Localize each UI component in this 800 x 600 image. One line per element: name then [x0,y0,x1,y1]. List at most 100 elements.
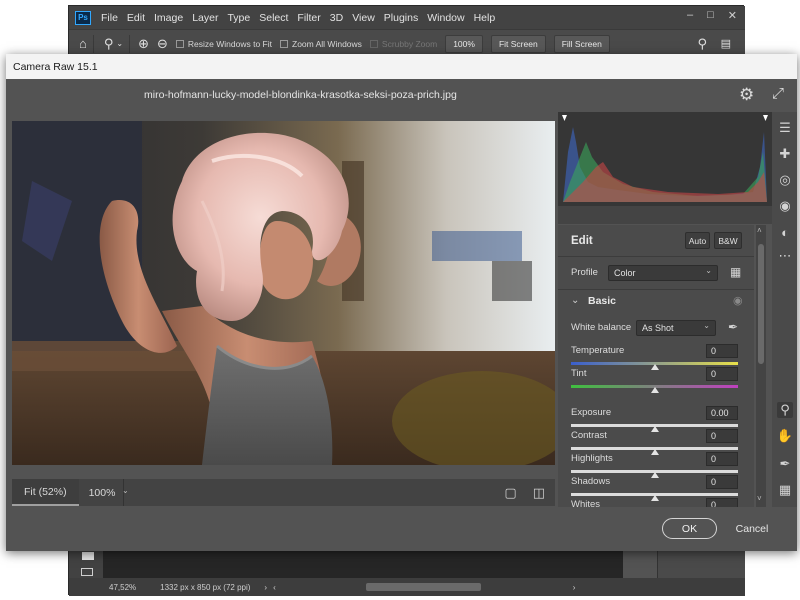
profile-select[interactable]: Color ⌄ [608,265,718,281]
fill-screen-button[interactable]: Fill Screen [553,34,610,53]
window-controls: – □ ✕ [687,9,737,22]
chevron-right-icon[interactable]: › [573,583,576,592]
slider-value-input[interactable]: 0 [706,475,738,489]
zoom-out-icon[interactable]: ⊖ [157,36,168,52]
chevron-down-icon: ⌄ [703,321,710,330]
workspace-icon[interactable]: ▤ [721,37,731,50]
slider-thumb[interactable] [650,495,659,501]
chevron-left-icon[interactable]: ‹ [273,583,276,592]
zoom-100-button[interactable]: 100% [445,34,483,53]
resize-windows-checkbox[interactable]: Resize Windows to Fit [175,38,272,49]
chevron-right-icon[interactable]: › [264,583,267,592]
profile-browser-icon[interactable]: ▦ [730,265,741,279]
divider [92,34,94,53]
dialog-footer: OK Cancel [6,507,797,551]
grid-icon[interactable]: ▦ [777,482,793,498]
scrubby-zoom-checkbox[interactable]: Scrubby Zoom [369,39,437,49]
presets-icon[interactable]: ◐ [777,224,793,240]
chevron-down-icon: ⌄ [571,295,580,306]
menu-image[interactable]: Image [154,12,183,24]
healing-icon[interactable]: ✚ [777,146,793,162]
slider-thumb[interactable] [650,426,659,432]
slider-value-input[interactable]: 0 [706,367,738,381]
chevron-down-icon[interactable]: ⌄ [122,486,129,495]
edit-panel: Edit Auto B&W Profile Color ⌄ ▦ ⌄ Basic … [558,225,754,524]
menu-layer[interactable]: Layer [192,12,218,24]
menu-window[interactable]: Window [427,12,464,24]
menu-help[interactable]: Help [474,12,496,24]
auto-button[interactable]: Auto [685,232,710,249]
chevron-up-icon[interactable]: ˄ [757,226,762,235]
zoom-readout[interactable]: 47,52% [109,583,136,592]
menu-edit[interactable]: Edit [127,12,145,24]
profile-select-value: Color [614,268,636,278]
dialog-title: Camera Raw 15.1 [13,60,98,73]
fit-screen-button[interactable]: Fit Screen [490,34,546,53]
search-icon[interactable]: ⚲ [697,36,707,52]
quick-mask-icon[interactable] [81,568,93,576]
gear-icon[interactable]: ⚙ [739,85,754,105]
menu-file[interactable]: File [101,12,118,24]
zoom-tool-icon[interactable]: ⚲ [104,36,114,52]
color-sampler-icon[interactable]: ✒ [777,456,793,472]
bw-button[interactable]: B&W [714,232,742,249]
menu-plugins[interactable]: Plugins [384,12,418,24]
slider-value-input[interactable]: 0.00 [706,406,738,420]
menu-filter[interactable]: Filter [297,12,320,24]
menu-3d[interactable]: 3D [330,12,343,24]
ok-button[interactable]: OK [662,518,717,539]
panel-scrollbar-thumb[interactable] [758,244,764,364]
chevron-down-icon[interactable]: ⌄ [116,39,123,48]
checkbox-box [175,39,184,48]
shadow-clipping-icon[interactable] [562,115,567,121]
white-balance-select[interactable]: As Shot ⌄ [636,320,716,336]
zoom-in-icon[interactable]: ⊕ [138,36,149,52]
slider-value-input[interactable]: 0 [706,452,738,466]
chevron-down-icon[interactable]: ˅ [757,494,762,503]
divider [129,34,131,53]
highlight-clipping-icon[interactable] [763,115,768,121]
before-after-toggle-icon[interactable]: ▢ [504,485,516,501]
zoom-select-value: 100% [88,486,116,499]
slider-value-input[interactable]: 0 [706,344,738,358]
horizontal-scrollbar[interactable] [365,583,481,591]
checkbox-box [369,39,378,48]
side-panel [657,550,745,578]
slider-thumb[interactable] [650,387,659,393]
eyedropper-icon[interactable]: ✒ [728,320,738,334]
redeye-icon[interactable]: ◉ [777,198,793,214]
more-icon[interactable]: ⋯ [777,248,793,264]
fit-zoom-button[interactable]: Fit (52%) [12,479,79,506]
hand-icon[interactable]: ✋ [777,428,793,444]
slider-thumb[interactable] [650,364,659,370]
eye-icon[interactable]: ◉ [733,294,743,307]
zoom-select[interactable]: 100% [89,487,116,499]
slider-value-input[interactable]: 0 [706,429,738,443]
fullscreen-icon[interactable]: ⤢ [772,85,784,102]
edit-sliders-icon[interactable]: ☰ [777,120,793,136]
zoom-icon[interactable]: ⚲ [777,402,793,418]
close-icon[interactable]: ✕ [728,9,737,22]
basic-section-header[interactable]: ⌄ Basic ◉ [558,289,754,313]
image-preview[interactable] [12,121,555,465]
slider-label: Shadows [571,476,611,487]
menu-view[interactable]: View [352,12,375,24]
compare-view-icon[interactable]: ◫ [533,485,545,501]
right-toolbar: ☰ ✚ ◎ ◉ ◐ ⋯ ⚲ ✋ ✒ ▦ [772,112,797,507]
maximize-icon[interactable]: □ [707,9,714,22]
slider-thumb[interactable] [650,472,659,478]
cancel-button[interactable]: Cancel [728,518,776,539]
screen-mode-icon[interactable] [82,552,94,560]
slider-thumb[interactable] [650,449,659,455]
minimize-icon[interactable]: – [687,9,693,22]
zoom-all-checkbox[interactable]: Zoom All Windows [280,39,362,49]
masking-icon[interactable]: ◎ [777,172,793,188]
file-bar: miro-hofmann-lucky-model-blondinka-kraso… [6,79,797,112]
slider-label: Temperature [571,345,625,356]
file-name: miro-hofmann-lucky-model-blondinka-kraso… [144,89,457,101]
menu-select[interactable]: Select [259,12,288,24]
resize-windows-label: Resize Windows to Fit [187,38,272,49]
menu-type[interactable]: Type [227,12,250,24]
home-icon[interactable]: ⌂ [79,36,87,51]
checkbox-box [280,39,288,48]
